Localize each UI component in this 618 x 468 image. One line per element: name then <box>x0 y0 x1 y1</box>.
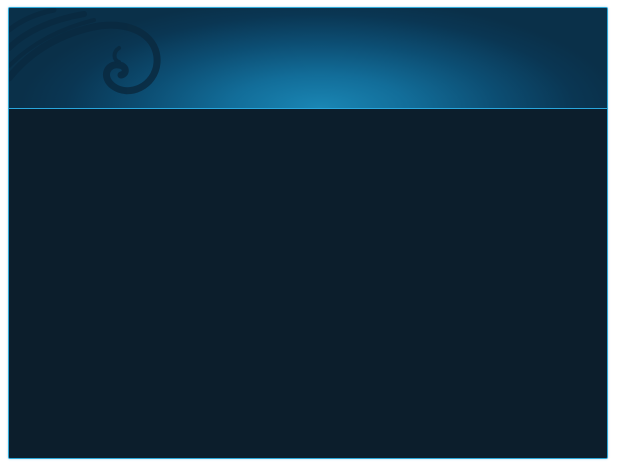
app-window <box>8 7 608 459</box>
swirl-ornament-icon <box>9 8 161 95</box>
header-banner <box>9 8 607 109</box>
content-area <box>9 109 607 458</box>
